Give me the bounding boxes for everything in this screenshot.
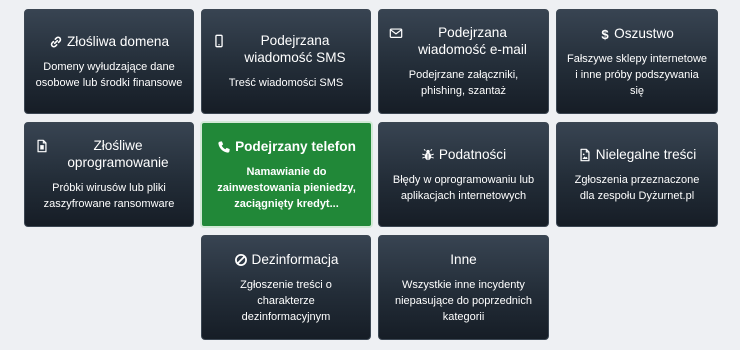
image-file-icon	[578, 148, 592, 162]
category-other[interactable]: Inne Wszystkie inne incydenty niepasując…	[378, 235, 549, 340]
category-title-text: Podejrzany telefon	[235, 138, 356, 154]
category-suspicious-email[interactable]: Podejrzana wiadomość e-mail Podejrzane z…	[378, 9, 549, 114]
category-description: Namawianie do zainwestowania pieniedzy, …	[217, 165, 356, 210]
category-title-text: Inne	[450, 251, 477, 267]
category-title: Dezinformacja	[234, 251, 339, 268]
category-title-text: Podatności	[438, 146, 507, 162]
category-description: Wszystkie inne incydenty niepasujące do …	[395, 278, 532, 323]
category-description: Zgłoszenie treści o charakterze dezinfor…	[240, 278, 332, 323]
category-title-text: Złośliwa domena	[67, 33, 169, 49]
category-title-text: Oszustwo	[614, 25, 674, 41]
category-description: Próbki wirusów lub pliki zaszyfrowane ra…	[43, 182, 175, 210]
category-suspicious-phone[interactable]: Podejrzany telefon Namawianie do zainwes…	[200, 121, 373, 228]
category-title: Podatności	[421, 146, 506, 163]
category-title-text: Podejrzana wiadomość SMS	[244, 33, 346, 65]
category-description: Błędy w oprogramowaniu lub aplikacjach i…	[392, 173, 535, 202]
svg-text:$: $	[602, 27, 610, 41]
category-title-text: Nielegalne treści	[595, 146, 697, 162]
category-title: Inne	[450, 251, 476, 268]
category-description: Fałszywe sklepy internetowe i inne próby…	[567, 52, 708, 97]
dollar-icon: $	[600, 27, 610, 41]
incident-category-grid: Złośliwa domena Domeny wyłudzające dane …	[0, 0, 740, 350]
phone-icon	[217, 140, 231, 154]
category-description: Zgłoszenia przeznaczone dla zespołu Dyżu…	[574, 173, 700, 202]
category-title-text: Złośliwe oprogramowanie	[67, 138, 169, 170]
category-title: Podejrzany telefon	[217, 138, 356, 155]
category-title: Złośliwa domena	[49, 33, 169, 50]
bug-icon	[421, 148, 435, 162]
category-description: Podejrzane załączniki, phishing, szantaż	[408, 69, 519, 97]
link-icon	[49, 35, 63, 49]
category-vulnerabilities[interactable]: Podatności Błędy w oprogramowaniu lub ap…	[378, 122, 549, 227]
category-disinformation[interactable]: Dezinformacja Zgłoszenie treści o charak…	[201, 235, 371, 340]
category-title: Podejrzana wiadomość SMS	[212, 32, 360, 66]
category-illegal-content[interactable]: Nielegalne treści Zgłoszenia przeznaczon…	[556, 122, 718, 227]
category-malware[interactable]: Złośliwe oprogramowanie Próbki wirusów l…	[24, 122, 194, 227]
category-title: Nielegalne treści	[578, 146, 697, 163]
category-fraud[interactable]: $ Oszustwo Fałszywe sklepy internetowe i…	[556, 9, 718, 114]
category-suspicious-sms[interactable]: Podejrzana wiadomość SMS Treść wiadomośc…	[201, 9, 371, 114]
category-title: Złośliwe oprogramowanie	[35, 137, 183, 171]
category-title-text: Podejrzana wiadomość e-mail	[418, 25, 527, 57]
category-title: $ Oszustwo	[600, 25, 674, 42]
category-description: Domeny wyłudzające dane osobowe lub środ…	[35, 60, 183, 89]
envelope-icon	[389, 26, 403, 40]
mobile-phone-icon	[212, 34, 226, 48]
file-code-icon	[35, 139, 49, 153]
category-title-text: Dezinformacja	[251, 251, 339, 267]
ban-icon	[234, 253, 248, 267]
category-title: Podejrzana wiadomość e-mail	[389, 24, 538, 58]
category-malicious-domain[interactable]: Złośliwa domena Domeny wyłudzające dane …	[24, 9, 194, 114]
category-description: Treść wiadomości SMS	[228, 77, 344, 89]
